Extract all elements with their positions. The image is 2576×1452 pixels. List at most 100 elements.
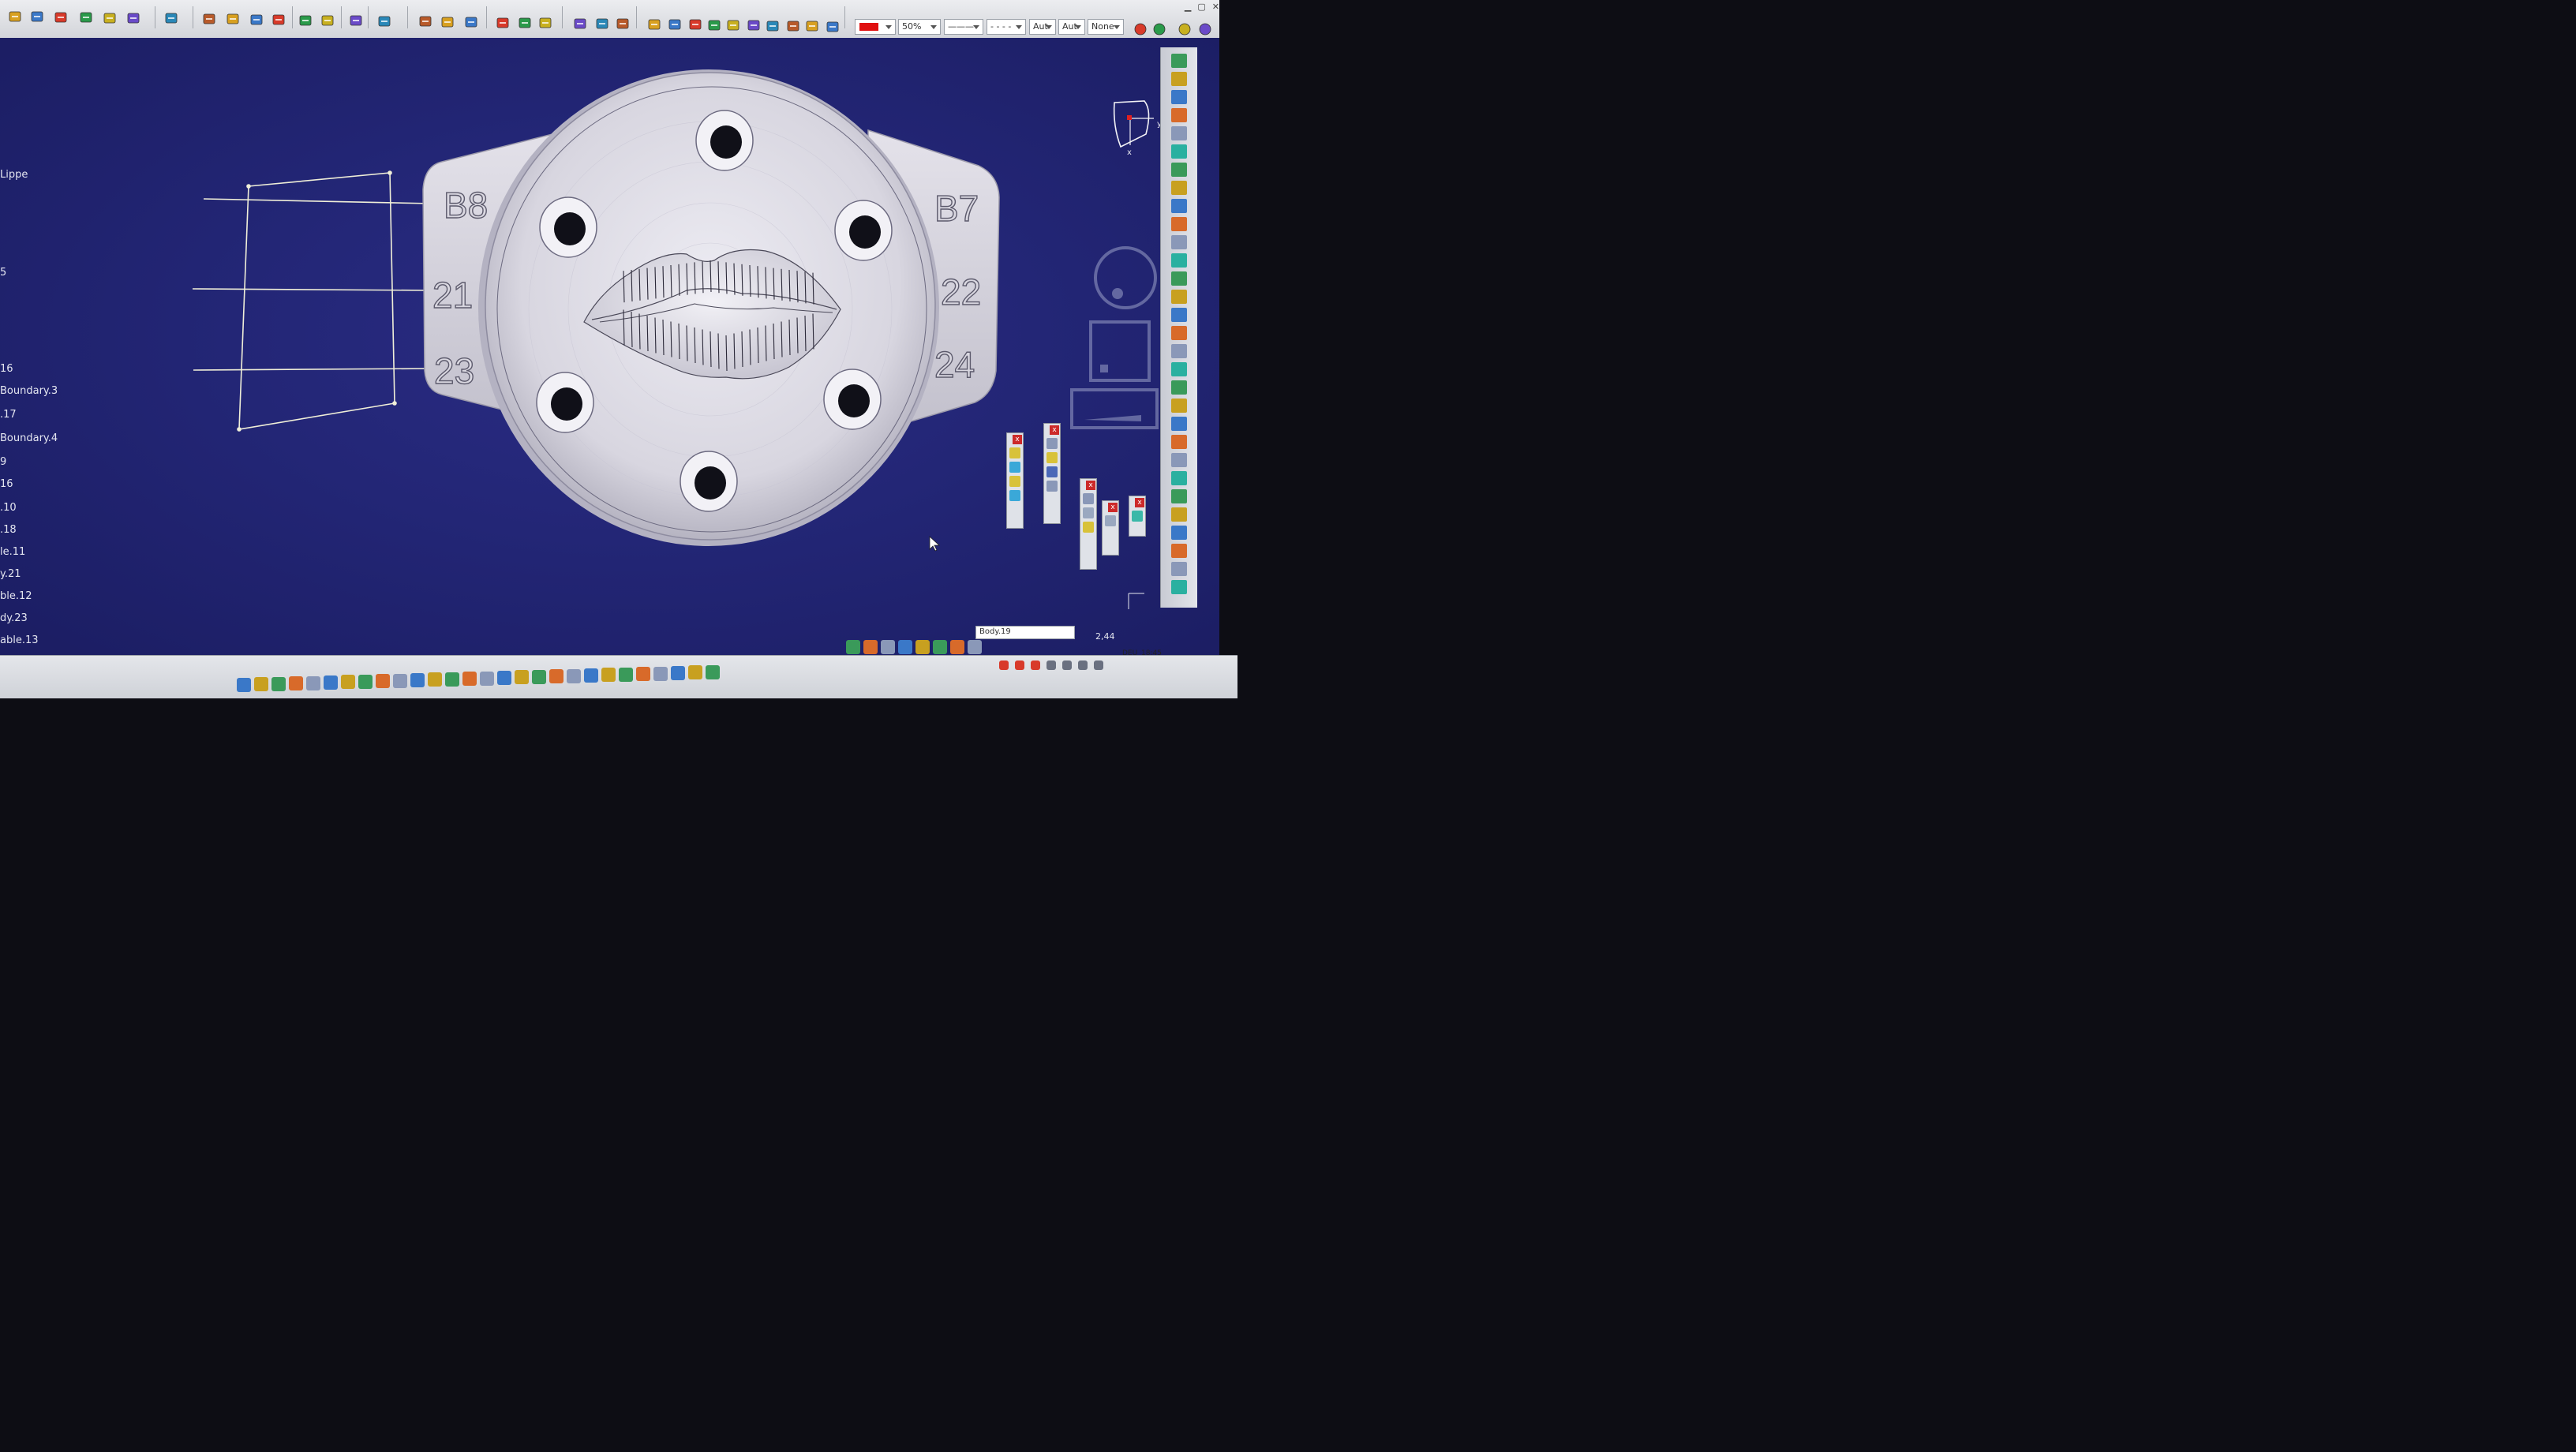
tray-icon[interactable] [999,661,1009,670]
multiview-icon[interactable] [706,17,723,34]
toolbar-tool-icon[interactable] [1171,380,1187,395]
toolbar-tool-icon[interactable] [1171,163,1187,177]
excel-icon[interactable] [537,14,554,32]
pencil-icon[interactable] [1083,522,1094,533]
shading-icon[interactable] [393,674,407,688]
constraint-icon[interactable] [745,17,762,34]
sketch-icon[interactable] [1083,493,1094,504]
toolbar-tool-icon[interactable] [1171,544,1187,558]
fx-icon[interactable] [497,671,511,685]
layout-icon[interactable] [1105,515,1116,526]
status-tool-icon[interactable] [933,640,947,654]
toolbar-tool-icon[interactable] [1171,435,1187,449]
3d-viewport[interactable]: Lippe 5 16 Boundary.3.17 Boundary.4 9 16.10.18… [0,38,1219,655]
pocket-icon[interactable] [297,12,314,29]
toolbar-tool-icon[interactable] [1171,326,1187,340]
compass-icon[interactable] [347,12,365,29]
open-icon[interactable] [803,17,821,35]
pan-icon[interactable] [549,669,564,683]
table-icon[interactable] [532,670,546,684]
surface-icon[interactable] [248,11,265,28]
status-tool-icon[interactable] [863,640,878,654]
toolbar-tool-icon[interactable] [1171,181,1187,195]
status-tool-icon[interactable] [950,640,964,654]
note-icon[interactable] [1083,507,1094,518]
box-icon[interactable] [1132,511,1143,522]
render-combo[interactable]: None [1088,19,1124,35]
hide-show-icon[interactable] [410,673,425,687]
toolbar-tool-icon[interactable] [1171,271,1187,286]
cube-view-icon[interactable] [376,674,390,688]
swap-icon[interactable] [428,672,442,687]
toolbar-tool-icon[interactable] [1171,54,1187,68]
toolbar-tool-icon[interactable] [1171,471,1187,485]
maximize-button[interactable]: ▢ [1197,2,1205,12]
close-icon[interactable]: x [1135,498,1144,507]
point-icon[interactable] [200,10,218,28]
grid-icon[interactable] [1046,466,1058,477]
zoom-out-icon[interactable] [341,675,355,689]
close-window-button[interactable]: ✕ [1212,2,1219,12]
line-icon[interactable] [224,10,242,28]
thickness-combo[interactable]: Aut [1029,19,1056,35]
cube-view-icon[interactable] [636,667,650,681]
fx-icon[interactable] [237,678,251,692]
sketch-icon[interactable] [163,9,180,27]
zoom-in-icon[interactable] [584,668,598,683]
fit-all-icon[interactable] [480,672,494,686]
gear-icon[interactable] [516,14,534,32]
brush-icon[interactable] [1151,21,1168,38]
star-icon[interactable] [494,14,511,32]
shading-icon[interactable] [653,667,668,681]
plane-icon[interactable] [1009,490,1020,501]
mold-model[interactable]: B8 21 23 B7 22 24 y x [0,38,1219,655]
status-tool-icon[interactable] [915,640,930,654]
folder-icon[interactable] [462,13,480,31]
pad-icon[interactable] [270,11,287,28]
view-compass[interactable]: y x [1113,100,1162,157]
extrude-icon[interactable] [1009,476,1020,487]
status-tool-icon[interactable] [968,640,982,654]
hide-show-icon[interactable] [671,666,685,680]
normal-view-icon[interactable] [358,675,373,689]
toolbar-tool-icon[interactable] [1171,399,1187,413]
toolbar-tool-icon[interactable] [1171,580,1187,594]
zoom-in-icon[interactable] [324,675,338,690]
ruler-icon[interactable] [1046,438,1058,449]
grid-icon[interactable] [417,13,434,30]
close-icon[interactable]: x [1086,481,1095,490]
comment-icon[interactable] [254,677,268,691]
surface-icon[interactable] [1009,462,1020,473]
target-icon[interactable] [1046,481,1058,492]
toolbar-tool-icon[interactable] [1171,453,1187,467]
lock-icon[interactable] [646,16,663,33]
measure-icon[interactable] [706,665,720,679]
tray-icon[interactable] [1078,661,1088,670]
toolbar-tool-icon[interactable] [1171,562,1187,576]
status-tool-icon[interactable] [846,640,860,654]
toolbar-tool-icon[interactable] [1171,108,1187,122]
dashtype-combo[interactable]: - - - - [987,19,1026,35]
table-icon[interactable] [764,17,781,35]
open-icon[interactable] [28,8,46,25]
tray-icon[interactable] [1031,661,1040,670]
toolbar-tool-icon[interactable] [1171,489,1187,503]
new-icon[interactable] [784,17,802,35]
refresh-icon[interactable] [724,17,742,34]
rotate-view-icon[interactable] [567,669,581,683]
normal-view-icon[interactable] [619,668,633,682]
save-icon[interactable] [52,9,69,26]
open-folder-icon[interactable] [614,15,631,32]
delete-icon[interactable] [101,9,118,27]
toolbar-tool-icon[interactable] [1171,308,1187,322]
toolbar-tool-icon[interactable] [1171,526,1187,540]
toolbar-tool-icon[interactable] [1171,253,1187,268]
tray-icon[interactable] [1015,661,1024,670]
toolbar-tool-icon[interactable] [1171,217,1187,231]
close-icon[interactable]: x [1050,425,1059,435]
tray-icon[interactable] [1046,661,1056,670]
toolbar-tool-icon[interactable] [1171,344,1187,358]
toolbar-tool-icon[interactable] [1171,362,1187,376]
paste-icon[interactable] [125,9,142,27]
tree-icon[interactable] [687,16,704,33]
